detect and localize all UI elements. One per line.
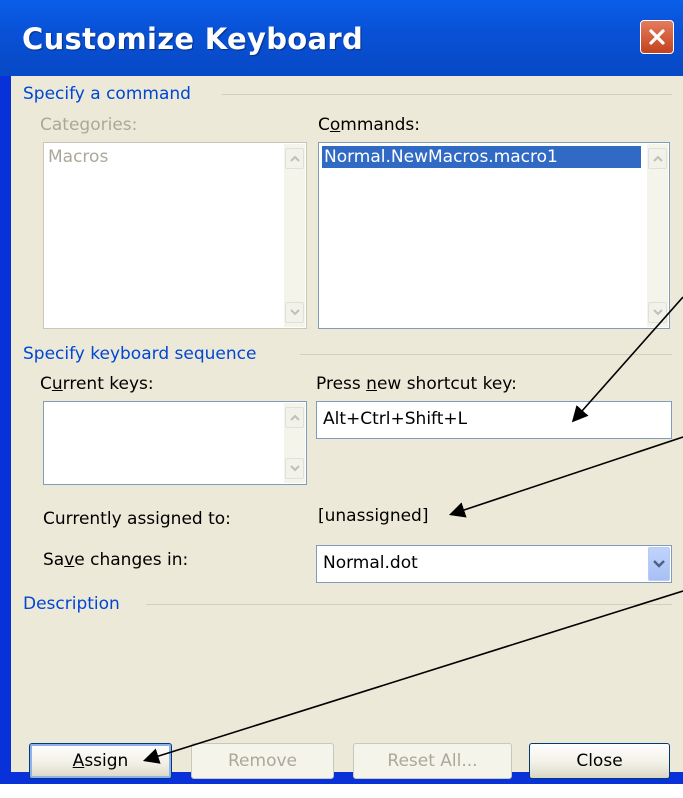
assign-button[interactable]: Assign (29, 743, 172, 779)
categories-listbox[interactable]: Macros (43, 142, 307, 329)
specify-command-group-label: Specify a command (23, 84, 191, 104)
currently-assigned-value: [unassigned] (318, 506, 429, 526)
save-changes-value: Normal.dot (323, 553, 418, 573)
window-frame-left (0, 76, 11, 784)
title-bar[interactable]: Customize Keyboard (0, 0, 683, 80)
description-group-label: Description (23, 594, 120, 614)
close-button[interactable]: Close (529, 743, 670, 779)
reset-all-button[interactable]: Reset All... (353, 743, 512, 779)
save-changes-label: Save changes in: (43, 550, 189, 570)
commands-listbox[interactable]: Normal.NewMacros.macro1 (318, 142, 670, 329)
current-keys-listbox[interactable] (43, 401, 307, 485)
keyboard-sequence-divider (300, 354, 672, 355)
current-keys-scrollbar[interactable] (284, 403, 305, 483)
shortcut-key-input[interactable]: Alt+Ctrl+Shift+L (316, 401, 672, 439)
scroll-down-icon[interactable] (648, 302, 667, 323)
currently-assigned-label: Currently assigned to: (43, 509, 231, 529)
categories-scrollbar[interactable] (284, 144, 305, 327)
scroll-down-icon[interactable] (285, 458, 304, 479)
description-divider (146, 604, 672, 605)
scroll-up-icon[interactable] (285, 148, 304, 169)
keyboard-sequence-group-label: Specify keyboard sequence (23, 344, 257, 364)
current-keys-label: Current keys: (40, 374, 154, 394)
remove-button[interactable]: Remove (191, 743, 334, 779)
assign-button-label: Assign (72, 751, 129, 771)
save-changes-dropdown[interactable]: Normal.dot (316, 545, 672, 583)
dialog-title: Customize Keyboard (22, 22, 364, 56)
customize-keyboard-dialog: Customize Keyboard Specify a command Cat… (0, 0, 683, 784)
categories-label: Categories: (40, 115, 138, 135)
scroll-down-icon[interactable] (285, 302, 304, 323)
categories-item[interactable]: Macros (48, 147, 108, 167)
commands-selected-item[interactable]: Normal.NewMacros.macro1 (322, 146, 641, 168)
commands-label: Commands: (318, 115, 420, 135)
specify-command-divider (222, 94, 672, 95)
scroll-up-icon[interactable] (648, 148, 667, 169)
press-new-shortcut-label: Press new shortcut key: (316, 374, 517, 394)
scroll-up-icon[interactable] (285, 407, 304, 428)
close-icon[interactable] (640, 20, 674, 54)
commands-scrollbar[interactable] (647, 144, 668, 327)
chevron-down-icon[interactable] (648, 547, 670, 581)
close-x-glyph (649, 29, 665, 45)
